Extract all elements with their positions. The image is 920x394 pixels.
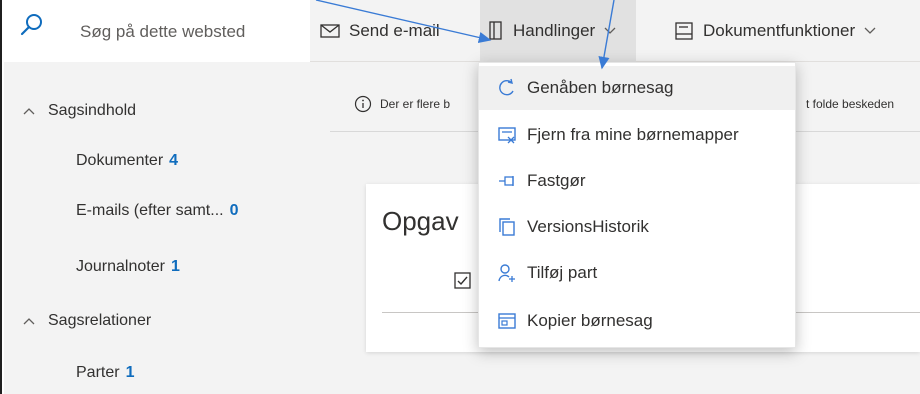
chevron-up-icon bbox=[23, 318, 35, 325]
menu-item-tilfoej-part[interactable]: Tilføj part bbox=[479, 251, 795, 295]
document-functions-icon bbox=[675, 22, 693, 40]
sidebar-item-label: Parter bbox=[76, 364, 120, 381]
search-input[interactable]: Søg på dette websted bbox=[80, 22, 245, 42]
remove-folder-icon bbox=[498, 127, 516, 144]
count-badge: 0 bbox=[229, 202, 239, 219]
menu-item-genaaben-boernesag[interactable]: Genåben børnesag bbox=[479, 66, 795, 110]
add-person-icon bbox=[498, 264, 515, 282]
section-sagsindhold[interactable]: Sagsindhold bbox=[22, 102, 136, 120]
checkbox-icon[interactable] bbox=[454, 272, 472, 290]
section-label: Sagsrelationer bbox=[48, 312, 152, 329]
menu-item-fastgoer[interactable]: Fastgør bbox=[479, 159, 795, 203]
chevron-down-icon bbox=[604, 27, 616, 34]
sidebar-item-label: Journalnoter bbox=[76, 258, 165, 275]
handlinger-button[interactable]: Handlinger bbox=[480, 0, 637, 62]
actions-icon bbox=[489, 21, 502, 40]
info-message-text-tail: t folde beskeden bbox=[806, 97, 895, 111]
send-email-label: Send e-mail bbox=[349, 21, 440, 40]
menu-item-kopier-boernesag[interactable]: Kopier børnesag bbox=[479, 299, 795, 343]
handlinger-dropdown-menu: Genåben børnesag Fjern fra mine børnemap… bbox=[478, 62, 796, 348]
section-sagsrelationer[interactable]: Sagsrelationer bbox=[22, 312, 151, 330]
menu-item-label: VersionsHistorik bbox=[527, 217, 649, 236]
sidebar-item-journalnoter[interactable]: Journalnoter 1 bbox=[76, 258, 180, 276]
command-bar: Send e-mail Handlinger Dokumentfunktione… bbox=[310, 0, 920, 62]
sidebar: Søg på dette websted Sagsindhold Dokumen… bbox=[4, 0, 310, 394]
handlinger-label: Handlinger bbox=[513, 21, 596, 40]
info-icon bbox=[354, 95, 372, 113]
menu-item-label: Fjern fra mine børnemapper bbox=[527, 125, 739, 144]
copy-case-icon bbox=[498, 313, 516, 329]
menu-item-label: Genåben børnesag bbox=[527, 78, 674, 97]
count-badge: 1 bbox=[125, 364, 135, 381]
sidebar-item-emails[interactable]: E-mails (efter samt... 0 bbox=[76, 202, 238, 220]
version-history-icon bbox=[499, 218, 515, 236]
sidebar-item-dokumenter[interactable]: Dokumenter 4 bbox=[76, 152, 178, 170]
sidebar-item-parter[interactable]: Parter 1 bbox=[76, 364, 134, 382]
dokumentfunktioner-button[interactable]: Dokumentfunktioner bbox=[674, 0, 886, 62]
menu-item-versionshistorik[interactable]: VersionsHistorik bbox=[479, 205, 795, 249]
chevron-down-icon bbox=[864, 27, 876, 34]
card-title: Opgav bbox=[382, 206, 459, 236]
sidebar-item-label: Dokumenter bbox=[76, 152, 164, 169]
search-box[interactable]: Søg på dette websted bbox=[4, 0, 310, 62]
search-icon[interactable] bbox=[19, 12, 45, 43]
reopen-icon bbox=[499, 78, 514, 96]
sidebar-item-label: E-mails (efter samt... bbox=[76, 202, 224, 219]
menu-item-label: Kopier børnesag bbox=[527, 311, 653, 330]
menu-item-fjern-fra-mine-boernemapper[interactable]: Fjern fra mine børnemapper bbox=[479, 113, 795, 157]
menu-item-label: Tilføj part bbox=[527, 263, 598, 282]
pin-icon bbox=[499, 176, 514, 186]
mail-icon bbox=[320, 24, 340, 38]
info-message-text: Der er flere b bbox=[380, 97, 451, 111]
menu-item-label: Fastgør bbox=[527, 171, 586, 190]
count-badge: 1 bbox=[170, 258, 180, 275]
section-label: Sagsindhold bbox=[48, 102, 137, 119]
count-badge: 4 bbox=[169, 152, 179, 169]
dokumentfunktioner-label: Dokumentfunktioner bbox=[703, 21, 856, 40]
chevron-up-icon bbox=[23, 108, 35, 115]
send-email-button[interactable]: Send e-mail bbox=[320, 0, 440, 62]
